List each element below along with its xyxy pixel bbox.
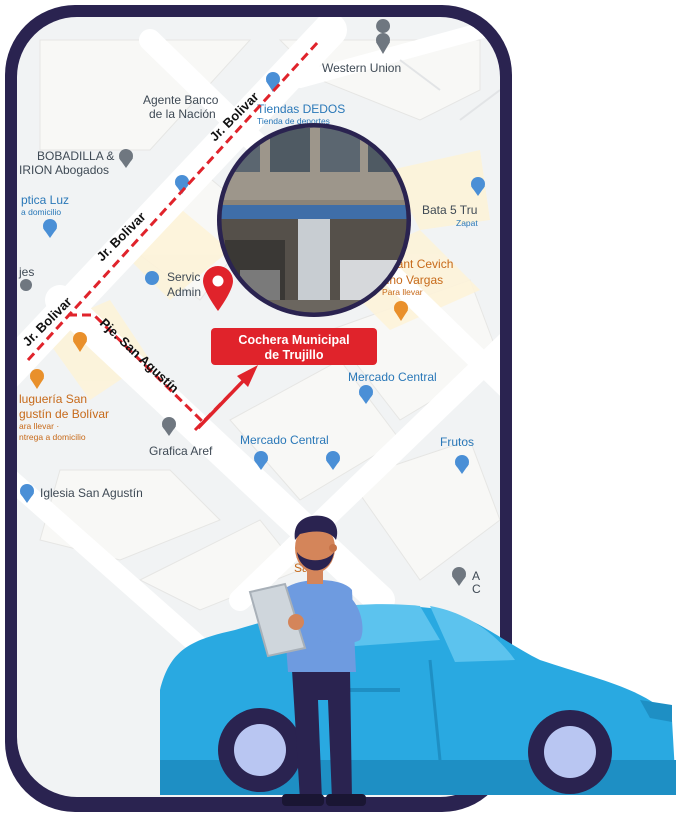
poi-frutos: Frutos [440,435,474,449]
poi-ajes: jes [18,265,34,279]
poi-bobadilla-line1: BOBADILLA & [37,149,114,163]
poi-tiendas-dedos: Tiendas DEDOS [257,102,345,116]
poi-a-partial-2: C [472,582,481,596]
poi-iglesia: Iglesia San Agustín [40,486,143,500]
poi-mercado-central-2: Mercado Central [240,433,329,447]
poi-restaurant-sub: Para llevar [382,287,423,297]
poi-servicio-line1: Servic [167,270,200,284]
poi-western-union: Western Union [322,61,401,75]
illustration: Western Union Agente Banco de la Nación … [5,5,676,812]
poi-agente-banco-line1: Agente Banco [143,93,219,107]
poi-jugueria-line1: luguería San [19,392,87,406]
poi-bata-sub: Zapat [456,218,478,228]
car-illustration [160,604,676,795]
poi-a-partial-1: A [472,569,480,583]
poi-jugueria-sub1: ara llevar · [19,421,59,431]
callout-label: Cochera Municipal de Trujillo [211,328,377,365]
poi-servicio-line2: Admin [167,285,201,299]
poi-mercado-central-1: Mercado Central [348,370,437,384]
callout-line1: Cochera Municipal [238,333,349,347]
poi-agente-banco-line2: de la Nación [149,107,216,121]
callout-line2: de Trujillo [264,348,323,362]
poi-jugueria-sub2: ntrega a domicilio [19,432,86,442]
poi-bata: Bata 5 Tru [422,203,477,217]
poi-botica-line1: ptica Luz [21,193,69,207]
poi-bobadilla-line2: IRION Abogados [19,163,109,177]
poi-grafica-aref: Grafica Aref [149,444,213,458]
poi-botica-line2: a domicilio [21,207,61,217]
poi-jugueria-line2: gustín de Bolívar [19,407,109,421]
